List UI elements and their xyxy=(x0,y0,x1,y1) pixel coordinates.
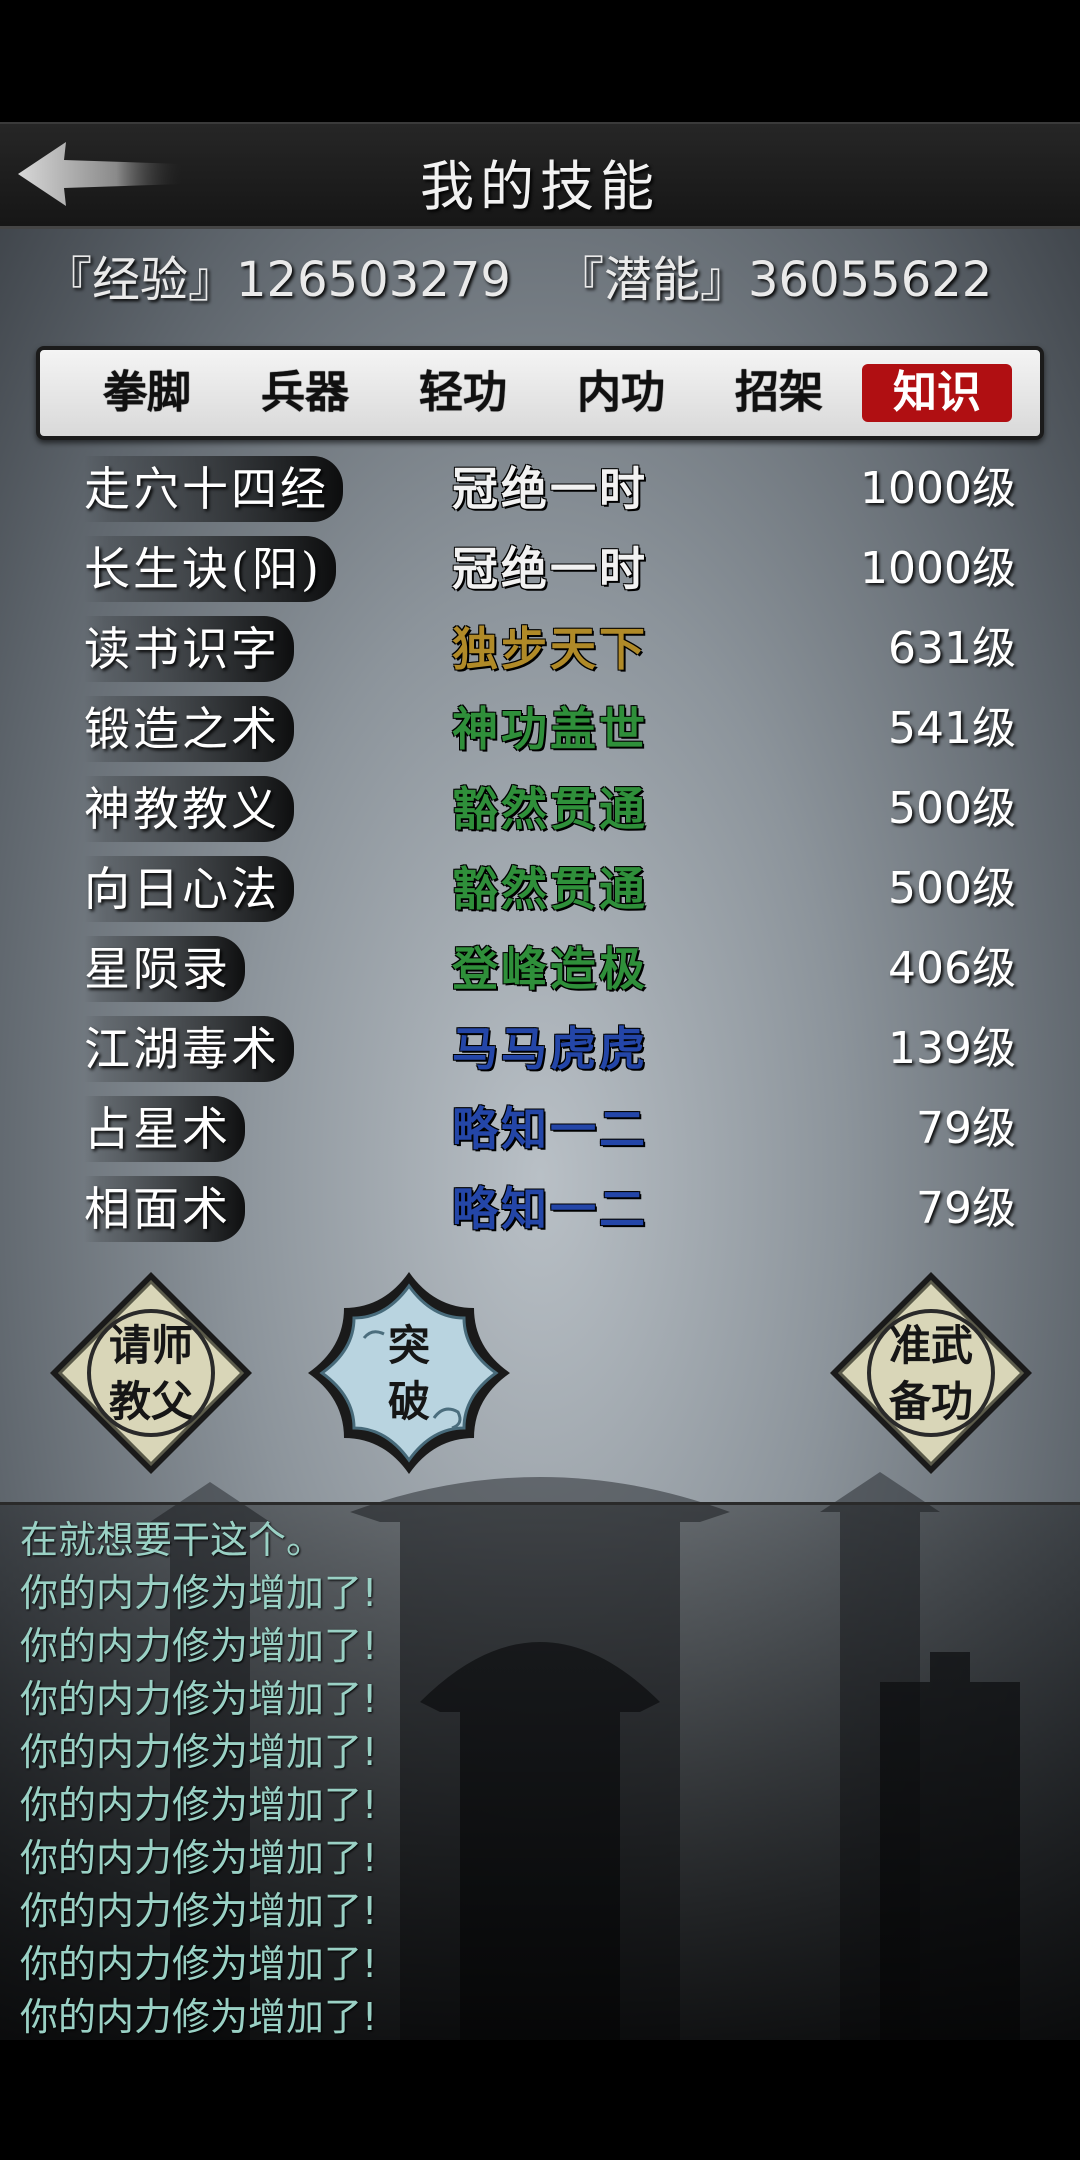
skill-row[interactable]: 占星术 略知一二 79级 xyxy=(36,1092,1044,1172)
skill-level: 79级 xyxy=(916,1103,1016,1154)
skill-rank: 豁然贯通 xyxy=(452,782,648,836)
skill-rank: 冠绝一时 xyxy=(452,542,648,596)
tab-parry[interactable]: 招架 xyxy=(704,364,854,422)
skill-category-tabs: 拳脚 兵器 轻功 内功 招架 知识 xyxy=(36,346,1044,440)
ask-master-label-2: 教父 xyxy=(108,1377,193,1426)
page-title: 我的技能 xyxy=(420,155,660,218)
skill-name: 读书识字 xyxy=(84,616,294,682)
potential-value: 『潜能』36055622 xyxy=(556,252,993,308)
log-line: 你的内力修为增加了! xyxy=(20,1624,378,1668)
skill-rank: 略知一二 xyxy=(452,1182,648,1236)
message-log[interactable]: 在就想要干这个。 你的内力修为增加了! 你的内力修为增加了! 你的内力修为增加了… xyxy=(0,1502,1080,2040)
header-bar: 我的技能 xyxy=(0,122,1080,229)
breakthrough-label-1: 突 xyxy=(387,1321,430,1370)
skill-name: 走穴十四经 xyxy=(84,456,343,522)
skill-rank: 独步天下 xyxy=(452,622,648,676)
skill-level: 500级 xyxy=(888,783,1016,834)
skill-rank: 冠绝一时 xyxy=(452,462,648,516)
log-line: 你的内力修为增加了! xyxy=(20,1942,378,1986)
skill-level: 631级 xyxy=(888,623,1016,674)
tab-weapon[interactable]: 兵器 xyxy=(230,364,380,422)
skill-level: 541级 xyxy=(888,703,1016,754)
log-line: 你的内力修为增加了! xyxy=(20,1836,378,1880)
ask-master-button[interactable]: 请师 教父 xyxy=(46,1268,256,1478)
skill-row[interactable]: 相面术 略知一二 79级 xyxy=(36,1172,1044,1252)
skill-name: 相面术 xyxy=(84,1176,245,1242)
breakthrough-label-2: 破 xyxy=(387,1377,430,1426)
stats-bar: 『经验』126503279 『潜能』36055622 xyxy=(44,240,1040,310)
skill-level: 406级 xyxy=(888,943,1016,994)
skill-level: 79级 xyxy=(916,1183,1016,1234)
skill-row[interactable]: 锻造之术 神功盖世 541级 xyxy=(36,692,1044,772)
tab-knowledge[interactable]: 知识 xyxy=(862,364,1012,422)
skill-name: 星陨录 xyxy=(84,936,245,1002)
log-line: 你的内力修为增加了! xyxy=(20,1571,378,1615)
skills-screen: 我的技能 『经验』126503279 『潜能』36055622 拳脚 兵器 轻功… xyxy=(0,122,1080,2040)
diamond-frame-icon xyxy=(830,1272,1032,1474)
skill-row[interactable]: 长生诀(阳) 冠绝一时 1000级 xyxy=(36,532,1044,612)
skill-rank: 登峰造极 xyxy=(452,942,648,996)
log-line: 你的内力修为增加了! xyxy=(20,1677,378,1721)
skill-name: 长生诀(阳) xyxy=(84,536,336,602)
skill-level: 1000级 xyxy=(860,543,1016,594)
skill-level: 500级 xyxy=(888,863,1016,914)
skill-rank: 马马虎虎 xyxy=(452,1022,648,1076)
prepare-skill-label-1: 准武 xyxy=(888,1321,973,1370)
log-line: 你的内力修为增加了! xyxy=(20,1783,378,1827)
skill-rank: 豁然贯通 xyxy=(452,862,648,916)
tab-internal[interactable]: 内功 xyxy=(546,364,696,422)
skill-name: 江湖毒术 xyxy=(84,1016,294,1082)
skill-row[interactable]: 读书识字 独步天下 631级 xyxy=(36,612,1044,692)
diamond-frame-icon xyxy=(50,1272,252,1474)
cloud-frame-icon xyxy=(308,1272,510,1474)
log-line: 你的内力修为增加了! xyxy=(20,1889,378,1933)
skill-row[interactable]: 向日心法 豁然贯通 500级 xyxy=(36,852,1044,932)
prepare-skill-button[interactable]: 准武 备功 xyxy=(826,1268,1036,1478)
tab-lightness[interactable]: 轻功 xyxy=(388,364,538,422)
skill-rank: 神功盖世 xyxy=(452,702,648,756)
skill-list[interactable]: 走穴十四经 冠绝一时 1000级 长生诀(阳) 冠绝一时 1000级 读书识字 … xyxy=(36,452,1044,1342)
skill-name: 占星术 xyxy=(84,1096,245,1162)
log-line: 你的内力修为增加了! xyxy=(20,1995,378,2039)
skill-level: 139级 xyxy=(888,1023,1016,1074)
log-line: 在就想要干这个。 xyxy=(20,1518,325,1562)
breakthrough-button[interactable]: 突 破 xyxy=(304,1268,514,1478)
tab-fist[interactable]: 拳脚 xyxy=(72,364,222,422)
skill-name: 锻造之术 xyxy=(84,696,294,762)
skill-row[interactable]: 星陨录 登峰造极 406级 xyxy=(36,932,1044,1012)
log-line: 你的内力修为增加了! xyxy=(20,1730,378,1774)
skill-name: 向日心法 xyxy=(84,856,294,922)
skill-row[interactable]: 神教教义 豁然贯通 500级 xyxy=(36,772,1044,852)
skill-rank: 略知一二 xyxy=(452,1102,648,1156)
skill-level: 1000级 xyxy=(860,463,1016,514)
skill-name: 神教教义 xyxy=(84,776,294,842)
skill-row[interactable]: 江湖毒术 马马虎虎 139级 xyxy=(36,1012,1044,1092)
experience-value: 『经验』126503279 xyxy=(44,252,511,308)
ask-master-label-1: 请师 xyxy=(108,1321,193,1370)
prepare-skill-label-2: 备功 xyxy=(888,1377,973,1426)
skill-row[interactable]: 走穴十四经 冠绝一时 1000级 xyxy=(36,452,1044,532)
